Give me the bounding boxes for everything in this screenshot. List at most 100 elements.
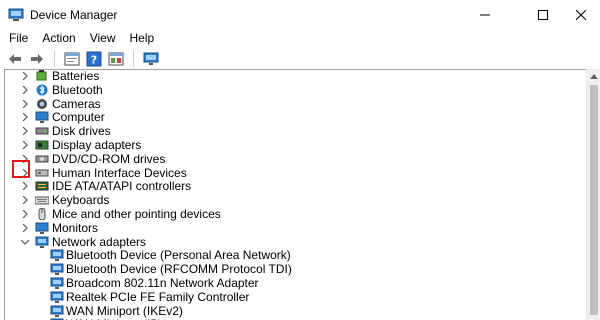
display-adapter-icon xyxy=(35,140,49,150)
chevron-right-icon xyxy=(22,85,28,94)
close-button[interactable] xyxy=(562,0,600,30)
tree-category-keyboards[interactable]: Keyboards xyxy=(5,193,585,207)
tree-category-label: Cameras xyxy=(52,96,101,111)
network-adapter-icon xyxy=(35,236,49,248)
expand-chevron[interactable] xyxy=(20,99,30,109)
chevron-up-icon xyxy=(590,73,598,79)
monitor-icon xyxy=(35,222,49,234)
expand-chevron[interactable] xyxy=(20,195,30,205)
tree-category-bluetooth[interactable]: Bluetooth xyxy=(5,83,585,97)
chevron-right-icon xyxy=(22,127,28,136)
network-adapter-device-label: WAN Miniport (IKEv2) xyxy=(66,303,183,318)
properties-icon xyxy=(64,52,80,66)
device-tree: Batteries Bluetooth Cameras Computer Disk dr… xyxy=(4,69,586,320)
chevron-right-icon xyxy=(22,99,28,108)
computer-icon xyxy=(35,111,49,124)
maximize-button[interactable] xyxy=(520,0,566,30)
toolbar-separator xyxy=(54,51,55,67)
network-device-icon xyxy=(50,249,64,262)
help-button[interactable]: ? xyxy=(85,50,103,68)
expand-chevron[interactable] xyxy=(20,140,30,150)
tree-category-mice-and-other-pointing-devices[interactable]: Mice and other pointing devices xyxy=(5,207,585,221)
vertical-scrollbar[interactable] xyxy=(586,69,600,320)
battery-icon xyxy=(36,70,47,81)
tree-category-label: Bluetooth xyxy=(52,82,103,97)
menu-action[interactable]: Action xyxy=(35,30,82,47)
tree-category-label: DVD/CD-ROM drives xyxy=(52,151,166,166)
chevron-right-icon xyxy=(22,113,28,122)
menu-bar: File Action View Help xyxy=(0,30,600,47)
scroll-up-button[interactable] xyxy=(587,69,600,83)
hid-icon xyxy=(35,169,49,177)
chevron-right-icon xyxy=(22,196,28,205)
tree-category-disk-drives[interactable]: Disk drives xyxy=(5,124,585,138)
title-bar: Device Manager xyxy=(0,0,600,30)
close-icon xyxy=(576,10,586,20)
network-adapter-device[interactable]: Bluetooth Device (Personal Area Network) xyxy=(5,248,585,262)
update-driver-icon xyxy=(108,52,124,66)
svg-text:?: ? xyxy=(91,54,97,67)
tree-category-display-adapters[interactable]: Display adapters xyxy=(5,138,585,152)
toolbar-separator xyxy=(133,51,134,67)
tree-category-label: Computer xyxy=(52,110,105,125)
expand-chevron[interactable] xyxy=(20,223,30,233)
chevron-right-icon xyxy=(22,141,28,149)
tree-category-monitors[interactable]: Monitors xyxy=(5,221,585,235)
menu-view[interactable]: View xyxy=(83,30,123,47)
camera-icon xyxy=(37,98,47,109)
scan-hardware-button[interactable] xyxy=(142,50,160,68)
tree-category-label: Network adapters xyxy=(52,234,147,249)
ide-controller-icon xyxy=(35,181,49,191)
tree-category-batteries[interactable]: Batteries xyxy=(5,69,585,83)
tree-category-label: Human Interface Devices xyxy=(52,165,187,180)
expand-chevron[interactable] xyxy=(20,85,30,95)
tree-category-label: Mice and other pointing devices xyxy=(52,207,221,221)
update-driver-button[interactable] xyxy=(107,50,125,68)
back-arrow-icon xyxy=(9,54,21,64)
chevron-right-icon xyxy=(22,210,28,218)
tree-category-ide-ata-atapi-controllers[interactable]: IDE ATA/ATAPI controllers xyxy=(5,179,585,193)
network-adapter-device-label: Broadcom 802.11n Network Adapter xyxy=(66,276,259,290)
menu-file[interactable]: File xyxy=(0,30,35,47)
forward-button[interactable] xyxy=(28,50,46,68)
expand-chevron[interactable] xyxy=(20,181,30,191)
network-device-icon xyxy=(50,263,64,276)
expand-chevron[interactable] xyxy=(20,71,30,81)
expand-chevron[interactable] xyxy=(20,209,30,219)
expand-chevron[interactable] xyxy=(20,126,30,136)
network-adapter-device[interactable]: Bluetooth Device (RFCOMM Protocol TDI) xyxy=(5,262,585,276)
keyboard-icon xyxy=(35,196,49,205)
tree-category-label: Keyboards xyxy=(52,193,110,208)
network-adapter-device[interactable]: WAN Miniport (IKEv2) xyxy=(5,304,585,318)
network-adapter-device[interactable]: Realtek PCIe FE Family Controller xyxy=(5,290,585,304)
expand-chevron[interactable] xyxy=(20,112,30,122)
tree-category-cameras[interactable]: Cameras xyxy=(5,97,585,111)
tree-category-computer[interactable]: Computer xyxy=(5,110,585,124)
monitor-scan-icon xyxy=(143,52,159,65)
mouse-icon xyxy=(38,208,46,220)
back-button[interactable] xyxy=(6,50,24,68)
network-device-icon xyxy=(50,305,64,317)
scrollbar-thumb[interactable] xyxy=(590,85,598,315)
tree-category-network-adapters[interactable]: Network adapters xyxy=(5,235,585,249)
network-adapter-device[interactable]: Broadcom 802.11n Network Adapter xyxy=(5,276,585,290)
dvd-drive-icon xyxy=(35,155,49,163)
tree-category-dvd-cd-rom-drives[interactable]: DVD/CD-ROM drives xyxy=(5,152,585,166)
chevron-right-icon xyxy=(22,223,28,232)
toolbar: ? xyxy=(0,47,600,71)
properties-button[interactable] xyxy=(63,50,81,68)
chevron-right-icon xyxy=(22,72,28,80)
network-device-icon xyxy=(50,291,64,303)
network-adapter-device-label: Bluetooth Device (Personal Area Network) xyxy=(66,248,291,263)
network-adapter-device-label: Bluetooth Device (RFCOMM Protocol TDI) xyxy=(66,262,292,277)
disk-drive-icon xyxy=(35,127,49,135)
help-icon: ? xyxy=(86,51,102,67)
chevron-right-icon xyxy=(22,182,28,191)
tree-category-label: Batteries xyxy=(52,69,100,83)
minimize-button[interactable] xyxy=(462,0,508,30)
collapse-chevron[interactable] xyxy=(20,237,30,247)
device-manager-app-icon xyxy=(8,8,24,21)
tree-category-label: IDE ATA/ATAPI controllers xyxy=(52,179,192,194)
tree-category-human-interface-devices[interactable]: Human Interface Devices xyxy=(5,166,585,180)
menu-help[interactable]: Help xyxy=(123,30,162,47)
